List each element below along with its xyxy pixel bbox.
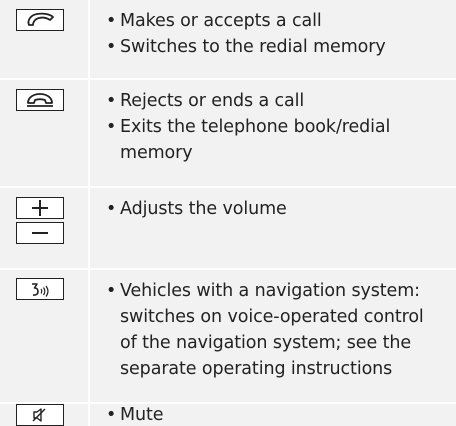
list-item: Switches to the redial memory — [106, 34, 444, 60]
key-cell — [0, 80, 90, 186]
bullet-list: Makes or accepts a call Switches to the … — [106, 8, 444, 60]
bullet-list: Rejects or ends a call Exits the telepho… — [106, 88, 444, 166]
key-cell — [0, 404, 90, 426]
bullet-list: Vehicles with a navigation system: switc… — [106, 278, 444, 382]
list-item: Rejects or ends a call — [106, 88, 444, 114]
table-row-volume: Adjusts the volume — [0, 188, 456, 270]
list-item: Exits the telephone book/redial memory — [106, 114, 444, 166]
table-row-hangup: Rejects or ends a call Exits the telepho… — [0, 80, 456, 188]
table-row-mute: Mute — [0, 404, 456, 426]
mute-icon — [16, 404, 64, 426]
key-cell — [0, 188, 90, 268]
voice-control-icon — [16, 278, 64, 300]
row-description: Rejects or ends a call Exits the telepho… — [90, 80, 456, 186]
list-item: Makes or accepts a call — [106, 8, 444, 34]
bullet-list: Adjusts the volume — [106, 196, 444, 222]
phone-buttons-table: Makes or accepts a call Switches to the … — [0, 0, 456, 426]
key-cell — [0, 0, 90, 78]
list-item: Vehicles with a navigation system: switc… — [106, 278, 444, 382]
list-item: Adjusts the volume — [106, 196, 444, 222]
list-item: Mute — [106, 405, 444, 425]
row-description: Adjusts the volume — [90, 188, 456, 268]
row-description: Mute — [90, 404, 456, 426]
phone-call-icon — [16, 9, 64, 31]
row-description: Vehicles with a navigation system: switc… — [90, 270, 456, 402]
volume-minus-icon — [16, 222, 64, 244]
key-cell — [0, 270, 90, 402]
row-description: Makes or accepts a call Switches to the … — [90, 0, 456, 78]
volume-plus-icon — [16, 197, 64, 219]
table-row-voice-control: Vehicles with a navigation system: switc… — [0, 270, 456, 404]
table-row-call: Makes or accepts a call Switches to the … — [0, 0, 456, 80]
phone-hangup-icon — [16, 89, 64, 111]
bullet-list: Mute — [106, 405, 444, 425]
